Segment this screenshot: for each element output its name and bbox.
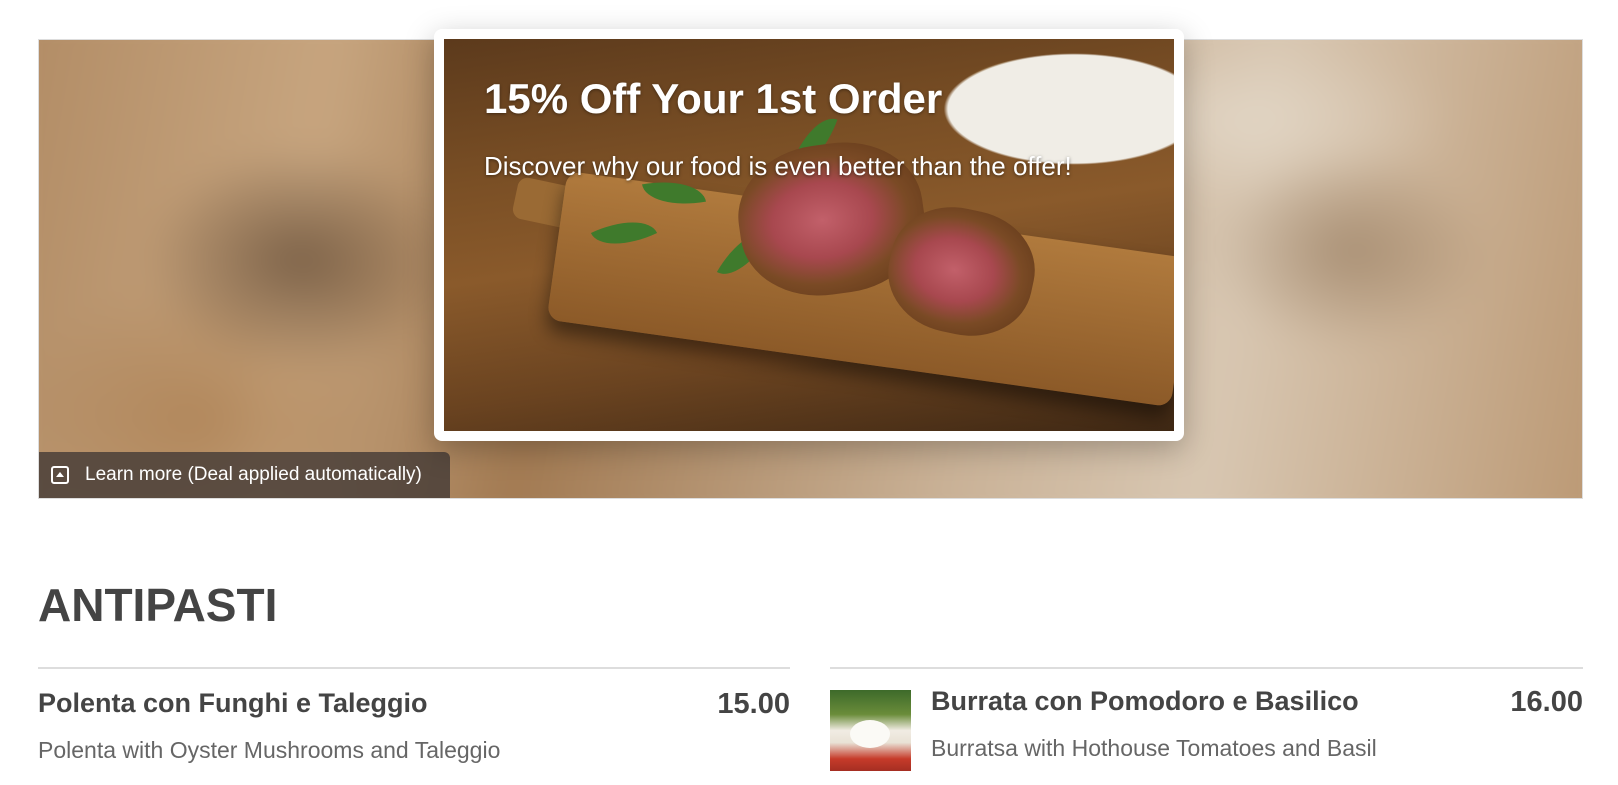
promo-title: 15% Off Your 1st Order	[484, 75, 943, 122]
menu-item-description: Polenta with Oyster Mushrooms and Talegg…	[38, 737, 501, 763]
menu-item-description: Burratsa with Hothouse Tomatoes and Basi…	[931, 735, 1377, 761]
menu-item[interactable]: Burrata con Pomodoro e Basilico 16.00 Bu…	[830, 667, 1583, 785]
chevron-up-square-icon	[51, 466, 69, 484]
promo-subtitle: Discover why our food is even better tha…	[484, 151, 1072, 181]
menu-item-price: 16.00	[1510, 686, 1583, 718]
menu-item-thumbnail[interactable]	[830, 690, 911, 771]
menu-item-name: Polenta con Funghi e Taleggio	[38, 688, 428, 718]
menu-item-price: 15.00	[717, 688, 790, 720]
menu-item-name: Burrata con Pomodoro e Basilico	[931, 686, 1359, 716]
learn-more-button[interactable]: Learn more (Deal applied automatically)	[39, 452, 450, 498]
learn-more-label: Learn more (Deal applied automatically)	[85, 464, 422, 485]
section-title: ANTIPASTI	[38, 579, 278, 631]
menu-item[interactable]: Polenta con Funghi e Taleggio 15.00 Pole…	[38, 667, 790, 785]
promo-image: 15% Off Your 1st Order Discover why our …	[444, 39, 1174, 431]
promo-card[interactable]: 15% Off Your 1st Order Discover why our …	[434, 29, 1184, 441]
